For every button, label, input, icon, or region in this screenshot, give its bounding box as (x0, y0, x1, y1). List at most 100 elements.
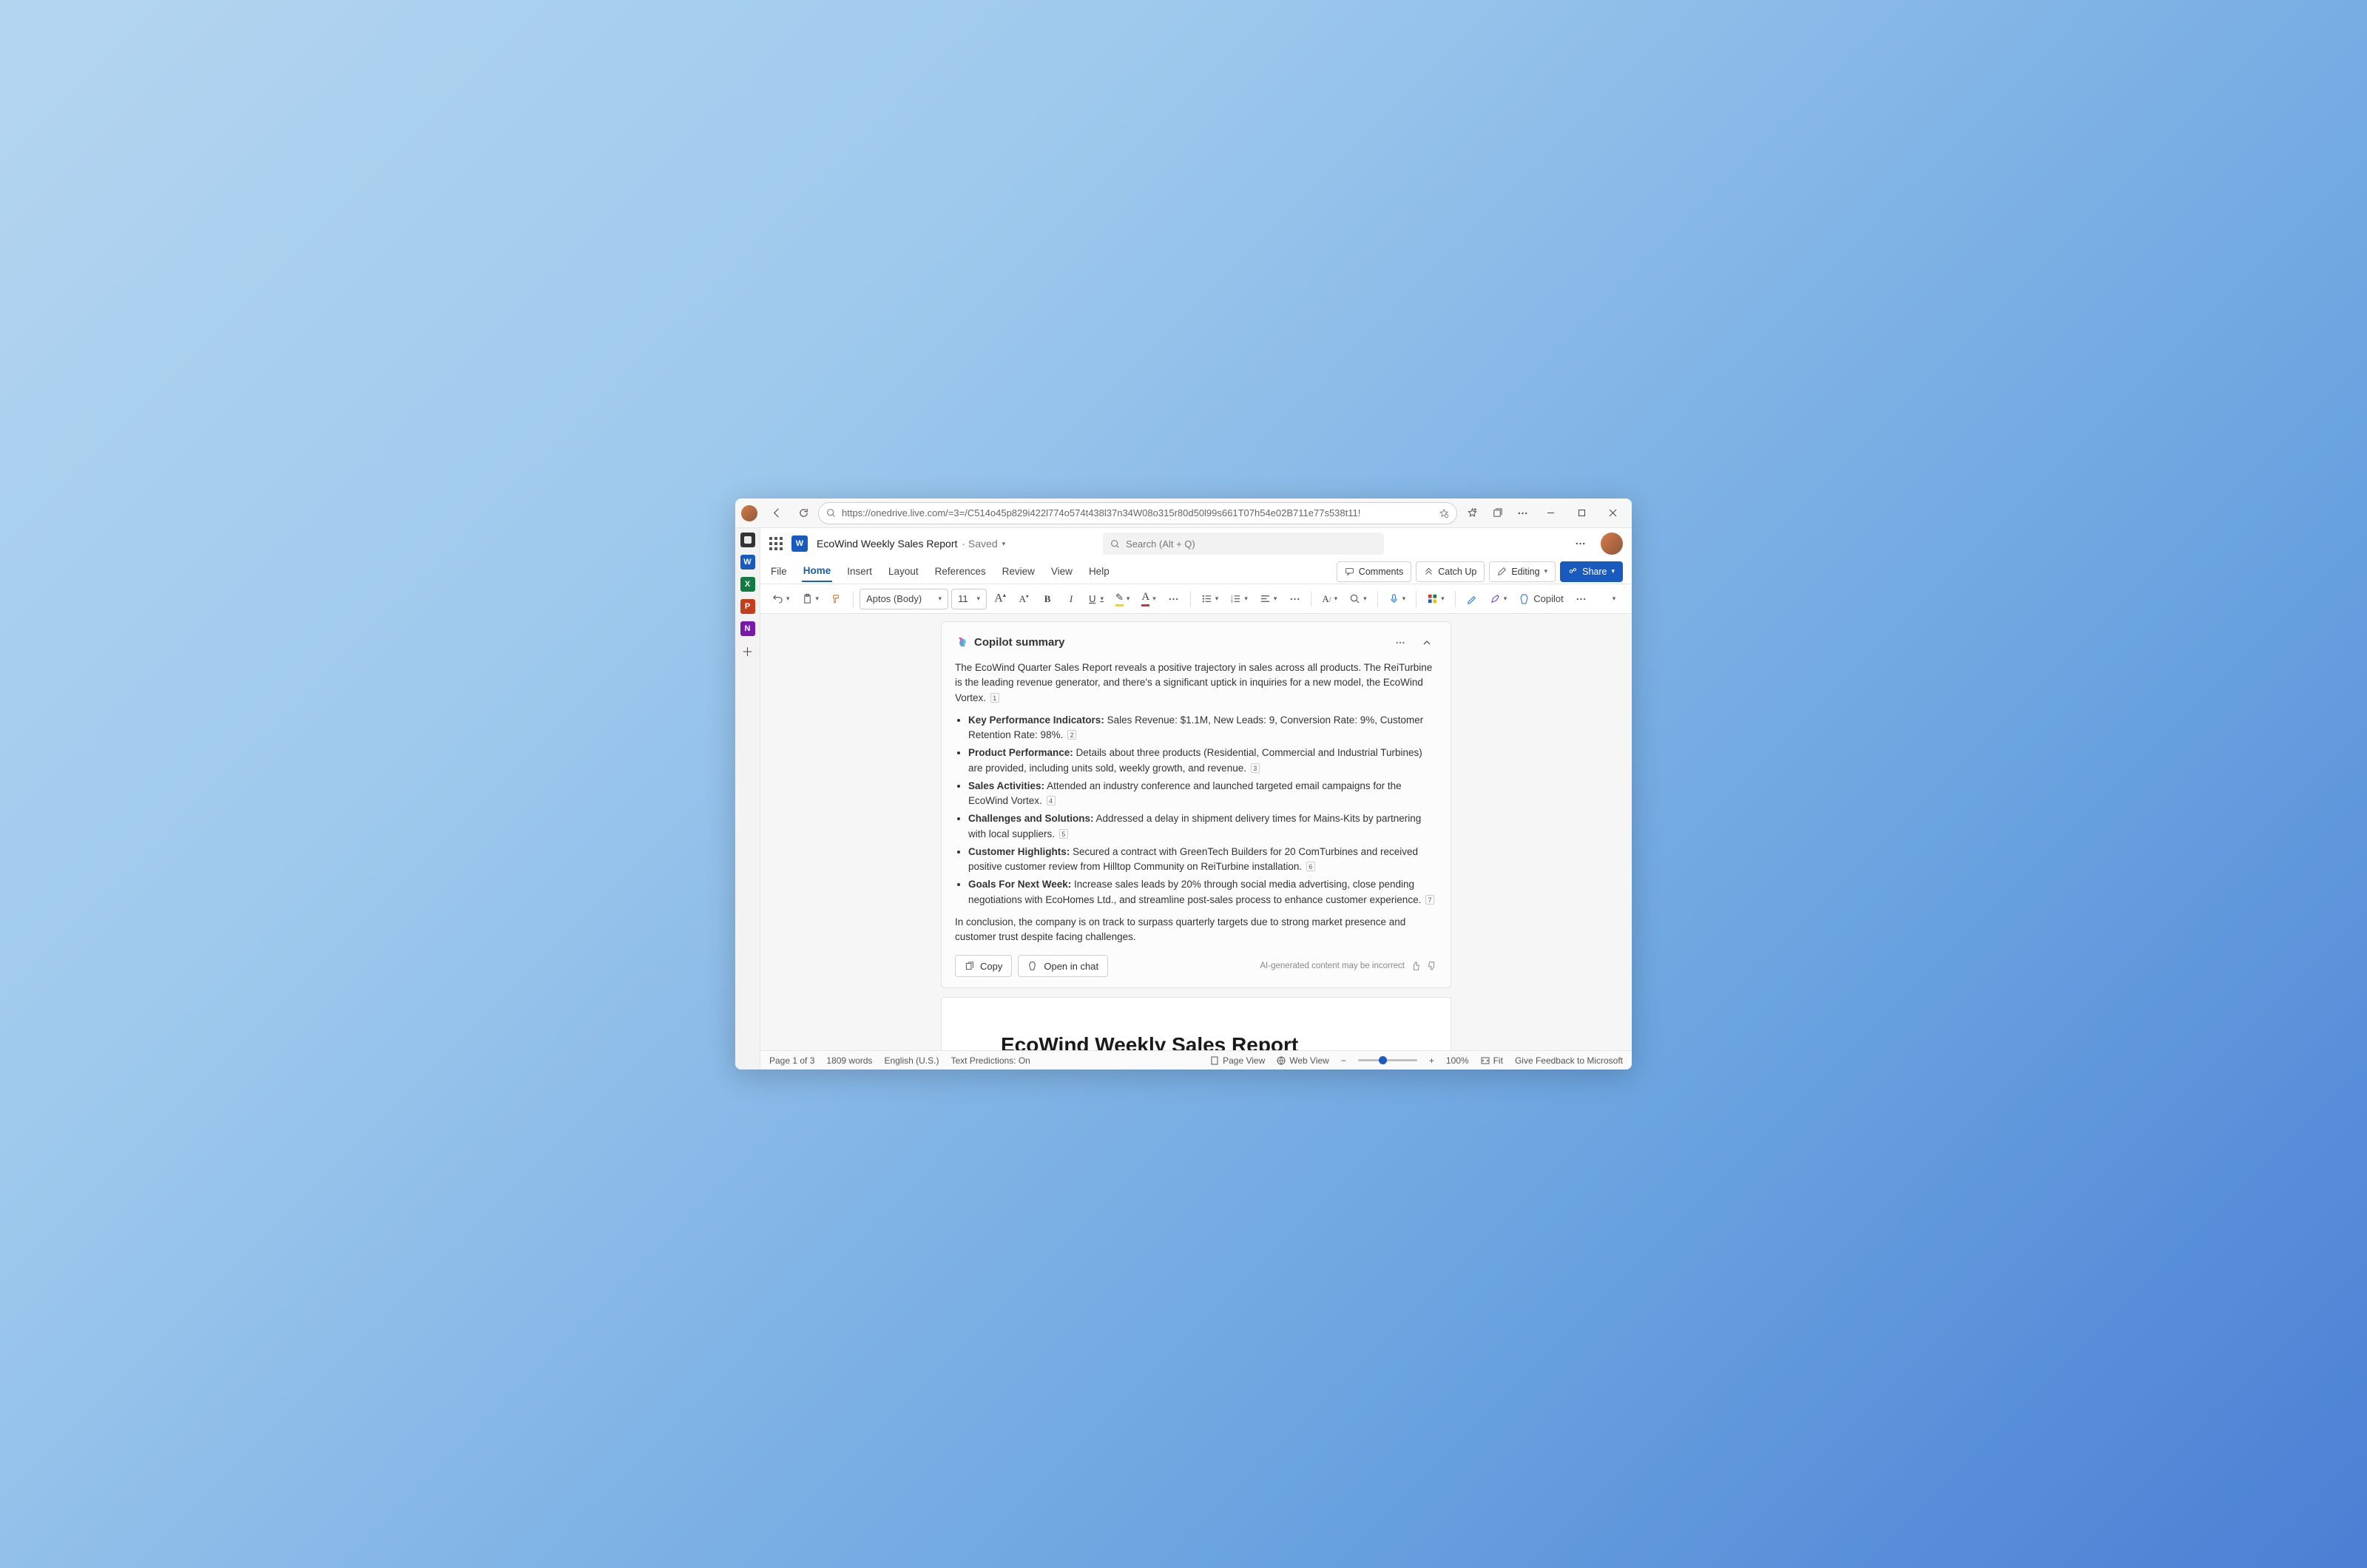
share-button[interactable]: Share ▾ (1560, 561, 1623, 582)
citation-4[interactable]: 4 (1047, 796, 1056, 805)
editor-button[interactable] (1462, 589, 1482, 609)
word-count[interactable]: 1809 words (826, 1055, 872, 1066)
citation-1[interactable]: 1 (990, 693, 999, 703)
font-name-select[interactable]: Aptos (Body)▾ (860, 589, 948, 609)
collections-button[interactable] (1485, 501, 1509, 525)
thumbs-down-icon[interactable] (1427, 961, 1437, 971)
tab-view[interactable]: View (1050, 561, 1074, 581)
tab-home[interactable]: Home (802, 561, 833, 582)
minimize-button[interactable] (1536, 501, 1565, 525)
font-more-button[interactable] (1164, 589, 1184, 609)
profile-avatar-icon[interactable] (741, 505, 757, 521)
undo-button[interactable]: ▾ (768, 589, 794, 609)
web-view-button[interactable]: Web View (1277, 1055, 1329, 1066)
align-button[interactable]: ▾ (1255, 589, 1282, 609)
citation-2[interactable]: 2 (1067, 730, 1076, 740)
paste-button[interactable]: ▾ (797, 589, 824, 609)
paragraph-more-button[interactable] (1284, 589, 1305, 609)
onenote-app-icon[interactable]: N (740, 621, 755, 636)
zoom-slider[interactable] (1358, 1059, 1417, 1061)
styles-button[interactable]: A/▾ (1317, 589, 1342, 609)
add-app-button[interactable]: ＋ (740, 643, 755, 658)
back-button[interactable] (765, 501, 789, 525)
copilot-more-button[interactable] (1390, 632, 1411, 653)
addins-button[interactable]: ▾ (1422, 589, 1449, 609)
tab-review[interactable]: Review (1001, 561, 1036, 581)
tab-insert[interactable]: Insert (845, 561, 874, 581)
catchup-button[interactable]: Catch Up (1416, 561, 1485, 582)
comments-button[interactable]: Comments (1337, 561, 1411, 582)
excel-app-icon[interactable]: X (740, 577, 755, 592)
app-header: W EcoWind Weekly Sales Report · Saved ▾ … (760, 528, 1632, 559)
tab-help[interactable]: Help (1087, 561, 1111, 581)
citation-7[interactable]: 7 (1425, 895, 1434, 905)
citation-6[interactable]: 6 (1306, 862, 1315, 871)
bold-button[interactable]: B (1037, 589, 1058, 609)
copilot-collapse-button[interactable] (1417, 632, 1437, 653)
url-text: https://onedrive.live.com/=3=/C514o45p82… (842, 507, 1433, 518)
search-input[interactable]: Search (Alt + Q) (1103, 533, 1384, 555)
fit-button[interactable]: Fit (1481, 1055, 1503, 1066)
bullets-button[interactable]: ▾ (1197, 589, 1223, 609)
tab-file[interactable]: File (769, 561, 789, 581)
ai-disclaimer: AI-generated content may be incorrect (1260, 960, 1437, 973)
toolbar-overflow-button[interactable] (1571, 589, 1592, 609)
font-size-select[interactable]: 11▾ (951, 589, 987, 609)
underline-button[interactable]: U▾ (1084, 589, 1108, 609)
word-app-icon[interactable]: W (740, 555, 755, 570)
page-view-button[interactable]: Page View (1210, 1055, 1265, 1066)
header-more-button[interactable] (1568, 532, 1592, 555)
document-page[interactable]: EcoWind Weekly Sales Report Week 02: Jan… (941, 997, 1451, 1050)
search-placeholder: Search (Alt + Q) (1126, 538, 1195, 550)
app-window: https://onedrive.live.com/=3=/C514o45p82… (735, 499, 1632, 1069)
share-icon (1568, 567, 1578, 576)
shrink-font-button[interactable]: A▾ (1013, 589, 1034, 609)
zoom-in-button[interactable]: + (1429, 1055, 1434, 1066)
home-app-icon[interactable] (740, 533, 755, 547)
page-count[interactable]: Page 1 of 3 (769, 1055, 814, 1066)
highlight-button[interactable]: ✎▾ (1111, 589, 1134, 609)
user-avatar[interactable] (1601, 533, 1623, 555)
tab-references[interactable]: References (933, 561, 987, 581)
feedback-link[interactable]: Give Feedback to Microsoft (1515, 1055, 1623, 1066)
close-button[interactable] (1598, 501, 1627, 525)
find-button[interactable]: ▾ (1345, 589, 1371, 609)
zoom-out-button[interactable]: − (1341, 1055, 1346, 1066)
citation-5[interactable]: 5 (1059, 829, 1068, 839)
language-status[interactable]: English (U.S.) (884, 1055, 939, 1066)
citation-3[interactable]: 3 (1251, 763, 1260, 773)
powerpoint-app-icon[interactable]: P (740, 599, 755, 614)
dictate-button[interactable]: ▾ (1384, 589, 1411, 609)
italic-button[interactable]: I (1061, 589, 1081, 609)
copy-button[interactable]: Copy (955, 955, 1012, 977)
comment-icon (1345, 567, 1354, 576)
grow-font-button[interactable]: A▴ (990, 589, 1010, 609)
favorite-settings-icon[interactable] (1439, 508, 1449, 518)
editing-mode-button[interactable]: Editing ▾ (1489, 561, 1556, 582)
browser-titlebar: https://onedrive.live.com/=3=/C514o45p82… (735, 499, 1632, 528)
fit-icon (1481, 1056, 1490, 1065)
copy-icon (965, 962, 974, 971)
app-launcher-button[interactable] (769, 537, 783, 550)
ribbon-collapse-button[interactable]: ▾ (1604, 589, 1624, 609)
format-painter-button[interactable] (826, 589, 847, 609)
font-color-button[interactable]: A▾ (1137, 589, 1160, 609)
copilot-bullet: Challenges and Solutions: Addressed a de… (968, 811, 1437, 842)
designer-button[interactable]: ▾ (1485, 589, 1512, 609)
chevron-down-icon: ▾ (1611, 567, 1615, 575)
copilot-button[interactable]: Copilot (1514, 589, 1567, 609)
favorites-button[interactable] (1460, 501, 1484, 525)
thumbs-up-icon[interactable] (1411, 961, 1421, 971)
address-bar[interactable]: https://onedrive.live.com/=3=/C514o45p82… (818, 502, 1457, 524)
zoom-level[interactable]: 100% (1446, 1055, 1469, 1066)
copilot-intro: The EcoWind Quarter Sales Report reveals… (955, 660, 1437, 706)
refresh-button[interactable] (791, 501, 815, 525)
document-title[interactable]: EcoWind Weekly Sales Report · Saved ▾ (817, 538, 1005, 550)
maximize-button[interactable] (1567, 501, 1596, 525)
open-in-chat-button[interactable]: Open in chat (1018, 955, 1108, 977)
text-predictions-status[interactable]: Text Predictions: On (950, 1055, 1030, 1066)
more-button[interactable] (1510, 501, 1534, 525)
document-canvas[interactable]: Copilot summary The EcoWind Quarter Sale… (760, 614, 1632, 1050)
tab-layout[interactable]: Layout (887, 561, 920, 581)
numbering-button[interactable]: 123▾ (1226, 589, 1252, 609)
